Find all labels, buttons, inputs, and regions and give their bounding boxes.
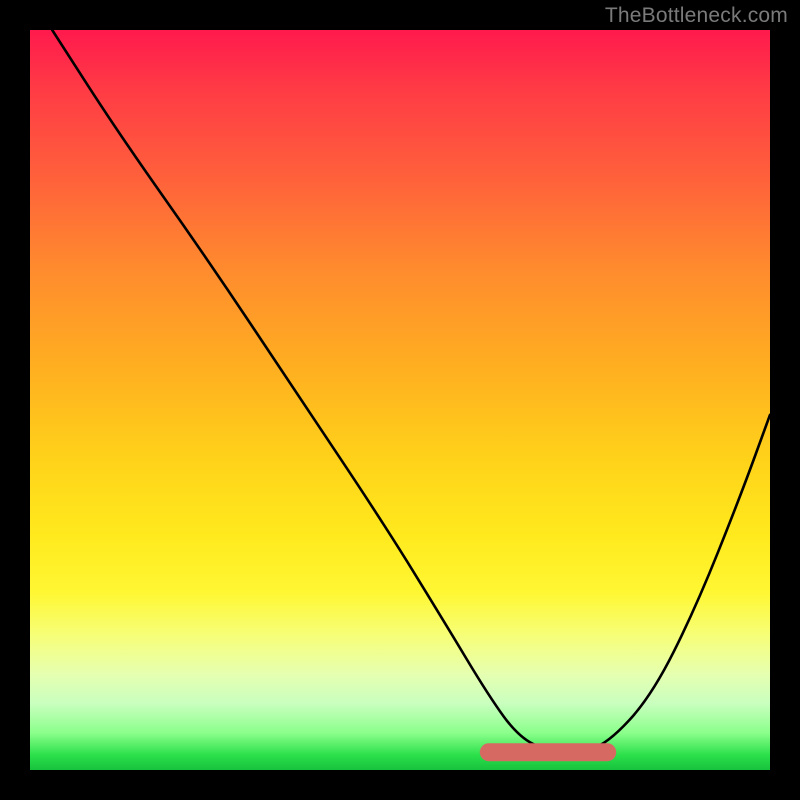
curve-layer xyxy=(30,30,770,770)
chart-frame: TheBottleneck.com xyxy=(0,0,800,800)
watermark-text: TheBottleneck.com xyxy=(605,4,788,28)
plot-area xyxy=(30,30,770,770)
bottleneck-curve xyxy=(52,30,770,752)
